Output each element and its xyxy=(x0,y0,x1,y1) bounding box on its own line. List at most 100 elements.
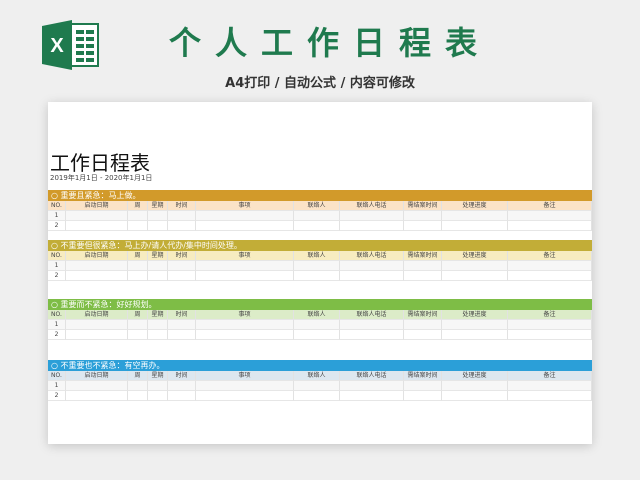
table-cell[interactable] xyxy=(66,221,128,231)
table-cell[interactable] xyxy=(168,261,196,271)
table-cell[interactable] xyxy=(294,261,340,271)
table-cell[interactable] xyxy=(340,261,404,271)
table-cell[interactable] xyxy=(148,320,168,330)
table-cell[interactable] xyxy=(148,261,168,271)
table-cell[interactable] xyxy=(66,271,128,281)
column-header: 处理进度 xyxy=(442,251,508,261)
table-row: 2 xyxy=(48,271,592,281)
table-cell[interactable] xyxy=(294,320,340,330)
table-cell[interactable] xyxy=(508,221,592,231)
table-cell[interactable] xyxy=(148,221,168,231)
table-cell[interactable] xyxy=(196,391,294,401)
banner-subtitle: A4打印 / 自动公式 / 内容可修改 xyxy=(225,76,415,91)
table-cell[interactable] xyxy=(66,320,128,330)
table-cell[interactable] xyxy=(404,221,442,231)
row-number: 1 xyxy=(48,320,66,330)
table-cell[interactable] xyxy=(340,391,404,401)
column-header: 处理进度 xyxy=(442,310,508,320)
table-cell[interactable] xyxy=(294,221,340,231)
table-cell[interactable] xyxy=(148,381,168,391)
section-title: ○ 重要而不紧急：好好规划。 xyxy=(48,299,592,310)
table-cell[interactable] xyxy=(508,320,592,330)
table-cell[interactable] xyxy=(404,381,442,391)
table-cell[interactable] xyxy=(128,211,148,221)
table-row: 1 xyxy=(48,381,592,391)
table-cell[interactable] xyxy=(148,330,168,340)
table-cell[interactable] xyxy=(508,271,592,281)
table-cell[interactable] xyxy=(508,381,592,391)
table-cell[interactable] xyxy=(404,391,442,401)
table-cell[interactable] xyxy=(128,381,148,391)
table-cell[interactable] xyxy=(148,391,168,401)
table-cell[interactable] xyxy=(168,330,196,340)
table-cell[interactable] xyxy=(442,330,508,340)
table-cell[interactable] xyxy=(294,330,340,340)
column-header: 备注 xyxy=(508,251,592,261)
table-cell[interactable] xyxy=(66,261,128,271)
column-header: 处理进度 xyxy=(442,201,508,211)
table-cell[interactable] xyxy=(196,211,294,221)
table-cell[interactable] xyxy=(294,271,340,281)
table-cell[interactable] xyxy=(340,381,404,391)
table-cell[interactable] xyxy=(442,391,508,401)
table-row: 2 xyxy=(48,391,592,401)
table-cell[interactable] xyxy=(340,211,404,221)
table-cell[interactable] xyxy=(508,211,592,221)
column-header: 周 xyxy=(128,251,148,261)
table-cell[interactable] xyxy=(128,271,148,281)
column-header: 备注 xyxy=(508,201,592,211)
table-cell[interactable] xyxy=(404,261,442,271)
table-cell[interactable] xyxy=(196,261,294,271)
table-cell[interactable] xyxy=(442,381,508,391)
column-header: 时间 xyxy=(168,371,196,381)
table-cell[interactable] xyxy=(404,211,442,221)
table-cell[interactable] xyxy=(168,381,196,391)
table-cell[interactable] xyxy=(442,261,508,271)
table-cell[interactable] xyxy=(128,221,148,231)
spreadsheet-page: 工作日程表 2019年1月1日 - 2020年1月1日 ○ 重要且紧急：马上做。… xyxy=(48,102,592,444)
table-cell[interactable] xyxy=(196,330,294,340)
schedule-section: ○ 重要且紧急：马上做。 NO. 启动日期周星期 时间 事项 联络人 联络人电话 需结案时间处… xyxy=(48,190,592,231)
column-header: 星期 xyxy=(148,201,168,211)
table-cell[interactable] xyxy=(508,330,592,340)
table-cell[interactable] xyxy=(196,221,294,231)
table-cell[interactable] xyxy=(168,391,196,401)
table-cell[interactable] xyxy=(404,271,442,281)
table-cell[interactable] xyxy=(66,381,128,391)
table-cell[interactable] xyxy=(196,381,294,391)
table-cell[interactable] xyxy=(128,261,148,271)
table-cell[interactable] xyxy=(340,320,404,330)
table-cell[interactable] xyxy=(442,271,508,281)
table-cell[interactable] xyxy=(294,391,340,401)
table-cell[interactable] xyxy=(404,330,442,340)
table-cell[interactable] xyxy=(66,330,128,340)
table-cell[interactable] xyxy=(508,391,592,401)
table-cell[interactable] xyxy=(168,271,196,281)
table-cell[interactable] xyxy=(508,261,592,271)
table-cell[interactable] xyxy=(66,391,128,401)
column-header: NO. xyxy=(48,201,66,211)
section-title: ○ 不重要也不紧急：有空再办。 xyxy=(48,360,592,371)
table-cell[interactable] xyxy=(442,320,508,330)
table-cell[interactable] xyxy=(128,320,148,330)
table-cell[interactable] xyxy=(404,320,442,330)
table-cell[interactable] xyxy=(442,221,508,231)
banner-title: 个人工作日程表 xyxy=(168,24,491,62)
table-cell[interactable] xyxy=(148,211,168,221)
table-cell[interactable] xyxy=(168,211,196,221)
table-cell[interactable] xyxy=(340,221,404,231)
table-cell[interactable] xyxy=(168,320,196,330)
table-cell[interactable] xyxy=(196,271,294,281)
table-cell[interactable] xyxy=(196,320,294,330)
table-cell[interactable] xyxy=(148,271,168,281)
table-cell[interactable] xyxy=(128,330,148,340)
column-header: 事项 xyxy=(196,251,294,261)
table-cell[interactable] xyxy=(294,211,340,221)
table-cell[interactable] xyxy=(66,211,128,221)
table-cell[interactable] xyxy=(168,221,196,231)
table-cell[interactable] xyxy=(294,381,340,391)
table-cell[interactable] xyxy=(128,391,148,401)
table-cell[interactable] xyxy=(442,211,508,221)
table-cell[interactable] xyxy=(340,330,404,340)
table-cell[interactable] xyxy=(340,271,404,281)
